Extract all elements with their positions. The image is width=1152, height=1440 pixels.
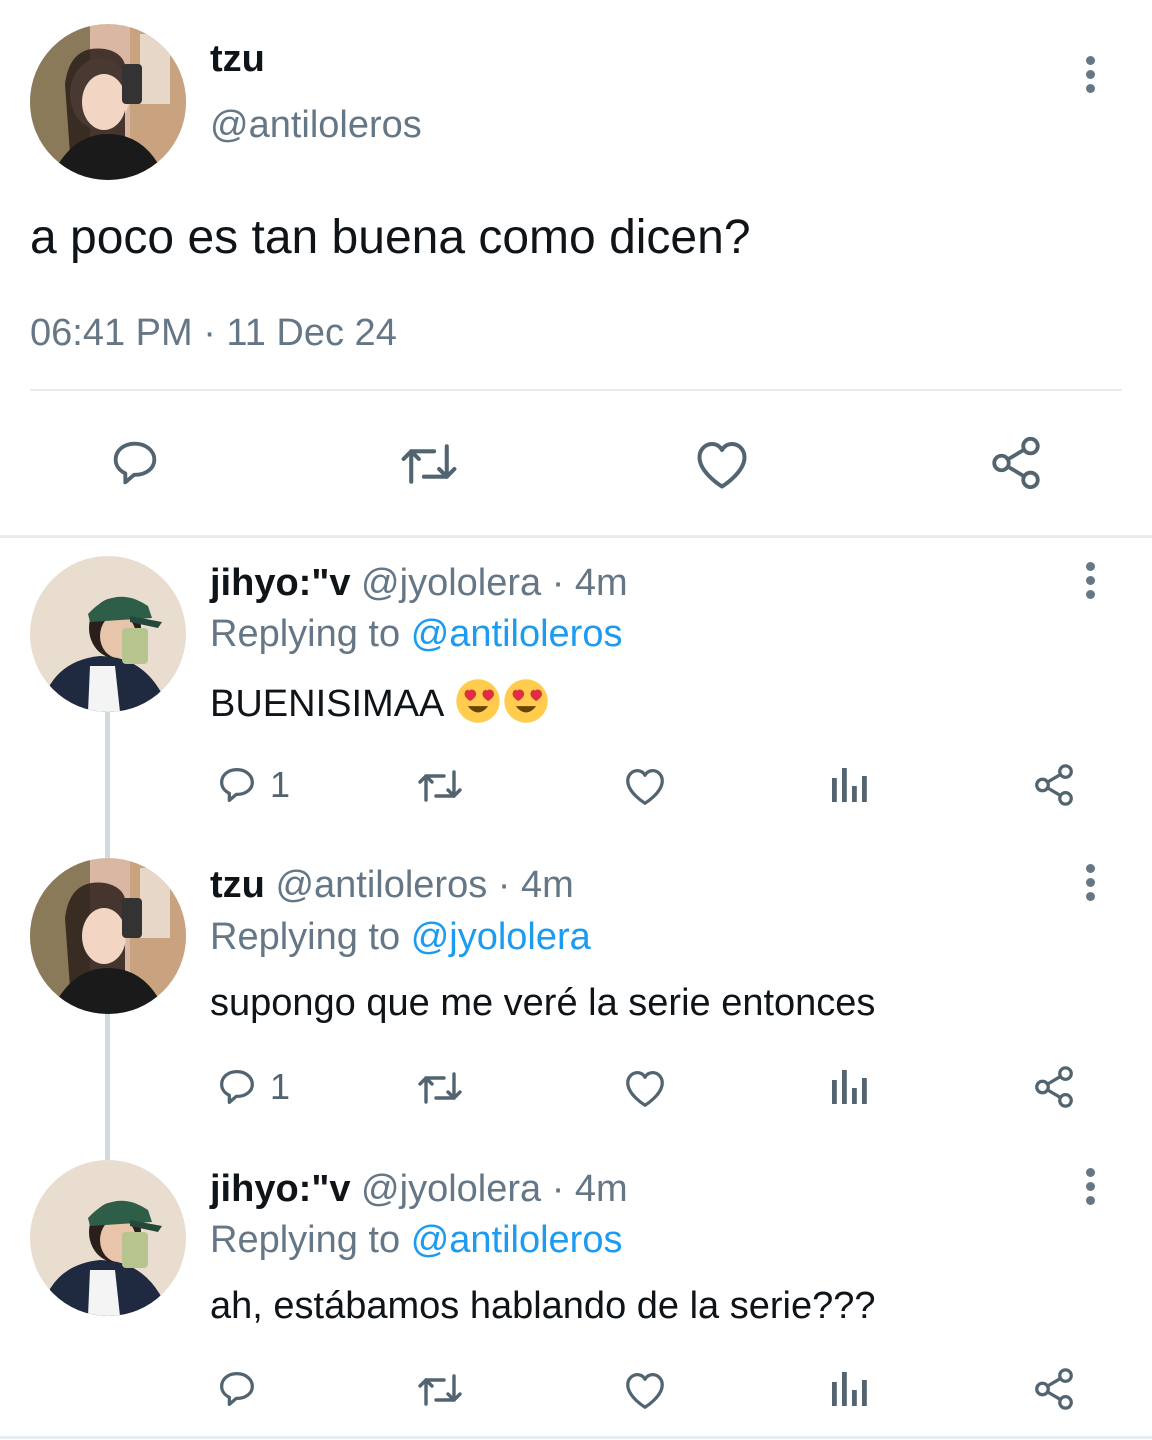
replying-label: Replying to xyxy=(210,613,401,655)
display-name[interactable]: tzu xyxy=(210,864,265,906)
share-icon[interactable] xyxy=(1030,1366,1078,1412)
share-icon[interactable] xyxy=(986,434,1046,492)
reply-age: · 4m xyxy=(497,864,574,906)
retweet-icon[interactable] xyxy=(396,436,462,492)
mention-link[interactable]: @jyololera xyxy=(411,916,591,958)
views-icon[interactable] xyxy=(830,1368,870,1410)
reply-header: jihyo:"v @jyololera · 4m xyxy=(210,1168,628,1211)
more-options-icon[interactable] xyxy=(1082,864,1098,908)
replying-to: Replying to @antiloleros xyxy=(210,613,622,656)
reply-icon[interactable] xyxy=(214,762,260,808)
views-icon[interactable] xyxy=(830,764,870,806)
avatar-tzu[interactable] xyxy=(30,858,186,1014)
more-options-icon[interactable] xyxy=(1082,562,1098,606)
bottom-divider xyxy=(0,1436,1152,1439)
replying-label: Replying to xyxy=(210,1219,401,1261)
views-icon[interactable] xyxy=(830,1066,870,1108)
reply-text-content: BUENISIMAA xyxy=(210,683,443,725)
replying-to: Replying to @antiloleros xyxy=(210,1219,622,1262)
like-icon[interactable] xyxy=(622,1066,668,1110)
like-icon[interactable] xyxy=(622,764,668,808)
tweet-text: a poco es tan buena como dicen? xyxy=(30,211,751,264)
replying-label: Replying to xyxy=(210,916,401,958)
share-icon[interactable] xyxy=(1030,1064,1078,1110)
section-divider xyxy=(0,535,1152,538)
replying-to: Replying to @jyololera xyxy=(210,916,591,959)
reply-count: 1 xyxy=(270,764,291,805)
thread-line xyxy=(105,712,110,858)
more-options-icon[interactable] xyxy=(1082,56,1098,100)
reply-text: ah, estábamos hablando de la serie??? xyxy=(210,1285,876,1327)
more-options-icon[interactable] xyxy=(1082,1168,1098,1212)
reply-age: · 4m xyxy=(551,562,628,604)
reply-header: jihyo:"v @jyololera · 4m xyxy=(210,562,628,605)
handle[interactable]: @antiloleros xyxy=(275,864,487,906)
like-icon[interactable] xyxy=(692,436,752,492)
reply-icon[interactable] xyxy=(214,1366,260,1412)
thread-line xyxy=(105,1014,110,1160)
display-name[interactable]: tzu xyxy=(210,38,265,81)
handle[interactable]: @antiloleros xyxy=(210,104,422,147)
heart-eyes-emoji xyxy=(456,679,500,723)
divider xyxy=(30,389,1122,391)
avatar-tzu[interactable] xyxy=(30,24,186,180)
mention-link[interactable]: @antiloleros xyxy=(411,1219,623,1261)
retweet-icon[interactable] xyxy=(414,1066,466,1110)
reply-text: supongo que me veré la serie entonces xyxy=(210,982,876,1024)
reply-icon[interactable] xyxy=(214,1064,260,1110)
reply-text: BUENISIMAA xyxy=(210,678,549,726)
avatar-jihyo[interactable] xyxy=(30,556,186,712)
reply-age: · 4m xyxy=(551,1168,628,1210)
handle[interactable]: @jyololera xyxy=(361,1168,541,1210)
heart-eyes-emoji xyxy=(504,679,548,723)
mention-link[interactable]: @antiloleros xyxy=(411,613,623,655)
avatar-jihyo[interactable] xyxy=(30,1160,186,1316)
share-icon[interactable] xyxy=(1030,762,1078,808)
display-name[interactable]: jihyo:"v xyxy=(210,1168,350,1210)
reply-count: 1 xyxy=(270,1066,291,1107)
display-name[interactable]: jihyo:"v xyxy=(210,562,350,604)
reply-header: tzu @antiloleros · 4m xyxy=(210,864,574,907)
handle[interactable]: @jyololera xyxy=(361,562,541,604)
tweet-timestamp: 06:41 PM · 11 Dec 24 xyxy=(30,312,397,354)
like-icon[interactable] xyxy=(622,1368,668,1412)
retweet-icon[interactable] xyxy=(414,1368,466,1412)
reply-icon[interactable] xyxy=(106,434,164,492)
retweet-icon[interactable] xyxy=(414,764,466,808)
